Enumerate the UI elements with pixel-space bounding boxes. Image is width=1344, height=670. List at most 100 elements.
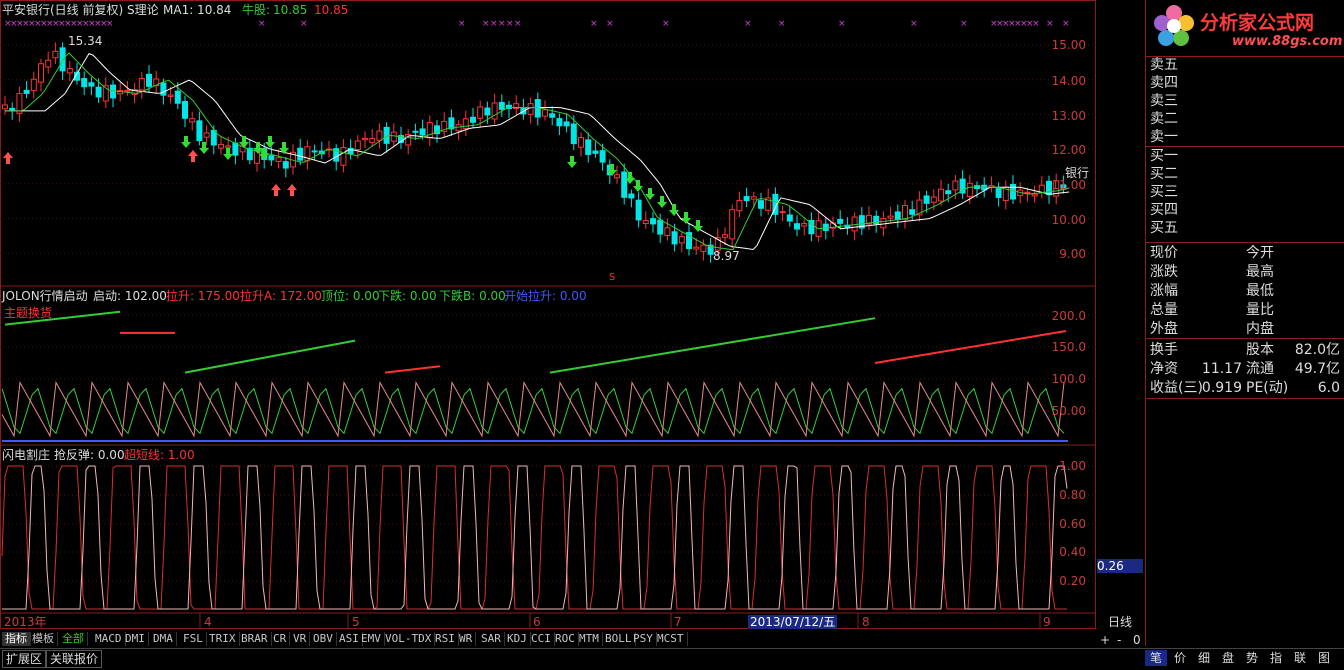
side-view-button[interactable]: 势 [1241,650,1263,666]
candle-body [196,120,203,142]
ind1-axis-label: 50.00 [1051,404,1086,418]
indicator-tab[interactable]: 指标 [2,632,31,646]
zoom-in-button[interactable]: + [1100,633,1110,647]
high-price-label: 15.34 [68,34,103,48]
indicator-tab[interactable]: MACD [92,632,126,646]
purple-marker: × [458,19,466,29]
price-axis-label: 9.00 [1059,247,1086,261]
side-view-button[interactable]: 指 [1265,650,1287,666]
down-arrow-icon [567,156,577,168]
candle-body [160,82,167,96]
candle-body [477,106,484,119]
stat-label: 涨幅 [1150,283,1178,299]
indicator-tab[interactable]: BRAR [238,632,272,646]
candle-body [146,73,152,87]
logo-area: 分析家公式网 www.88gs.com [1146,0,1344,54]
candle-body [88,82,95,87]
indicator-tab[interactable]: ROC [552,632,579,646]
ind1-top: 顶位: 0.00 [321,289,380,303]
sell-level-label: 卖五 [1150,57,1178,73]
candle-body [909,209,916,215]
side-view-button[interactable]: 价 [1169,650,1191,666]
indicator-tab[interactable]: 全部 [59,632,88,646]
indicator-tab[interactable]: FSL [180,632,207,646]
candle-body [556,118,563,127]
ind2-axis-label: 1.00 [1059,459,1086,473]
candle-body [376,130,383,141]
candle-body [347,147,354,155]
logo-brand: 分析家公式网 [1200,12,1315,34]
indicator-tab[interactable]: CR [270,632,291,646]
indicator-tab[interactable]: TRIX [206,632,240,646]
side-view-button[interactable]: 联 [1289,650,1311,666]
indicator-tab[interactable]: 模板 [29,632,58,646]
ind1-lift: 拉升: 175.00 [166,289,240,303]
side-view-button[interactable]: 笔 [1145,650,1167,666]
candle-body [657,219,664,235]
up-arrow-icon [287,184,297,196]
bull-value-1: 10.85 [273,3,308,17]
fund-label: 收益(三) [1150,380,1203,396]
fund-value: 49.7亿 [1294,361,1340,377]
indicator-tab[interactable]: EMV [358,632,385,646]
candle-body [923,195,930,204]
stock-title: 平安银行(日线 前复权) S理论 [2,3,159,17]
indicator-tab[interactable]: SAR [478,632,505,646]
fund-value: 0.919 [1201,380,1242,396]
price-axis-label: 12.00 [1051,143,1086,157]
fund-value: 11.17 [1201,361,1242,377]
indicator-tab[interactable]: MCST [654,632,688,646]
candle-body [614,174,620,179]
indicator-tab[interactable]: DMI [122,632,149,646]
fund-value: 6.0 [1317,380,1340,396]
sell-marker: S [609,272,616,283]
buy-level-label: 买四 [1150,202,1178,218]
time-axis-month: 4 [204,615,212,629]
chart-canvas[interactable]: ×××××××××××××××××× × × × × × × × × × × × × × × × × ××××××… [0,0,1096,630]
ind2-axis-label: 0.80 [1059,488,1086,502]
candle-body [786,214,793,222]
candle-body [189,118,196,123]
candle-body [282,161,289,169]
side-view-button[interactable]: 细 [1193,650,1215,666]
price-axis-label: 13.00 [1051,109,1086,123]
candle-body [628,193,635,199]
indicator-tab[interactable]: CCI [528,632,555,646]
indicator-tab[interactable]: RSI [432,632,459,646]
candle-body [678,236,685,244]
up-arrow-icon [188,150,198,162]
buy-level-label: 买五 [1150,220,1178,236]
candle-body [664,227,671,237]
indicator-tab[interactable]: PSY [630,632,657,646]
candle-body [966,182,973,198]
zoom-reset-button[interactable]: 0 [1133,633,1141,647]
candle-body [570,123,577,145]
period-label[interactable]: 日线 [1108,615,1132,629]
side-view-button[interactable]: 图 [1313,650,1335,666]
indicator-tab[interactable]: KDJ [504,632,531,646]
indicator-tab[interactable]: MTM [576,632,603,646]
stat-label: 现价 [1150,245,1178,261]
quote-panel: 分析家公式网 www.88gs.com 卖五 卖四 卖三 卖二 卖一 买一 买二 买三 买四 买五… [1145,0,1344,646]
up-arrow-icon [271,184,281,196]
bottom-bar [0,648,1344,670]
chart-area[interactable]: × × × × × × × × × × × × × × × × × × × × × × × × × × × × × × × × × × × × × × × ×… [0,0,1143,630]
purple-marker: × [744,19,752,29]
candle-body [232,142,239,156]
stat-label: 内盘 [1246,321,1274,337]
indicator-tab[interactable]: OBV [310,632,337,646]
tab-related-quotes[interactable]: 关联报价 [46,650,103,668]
down-arrow-icon [223,148,233,160]
panel-divider [1146,398,1344,399]
time-axis-month: 7 [674,615,682,629]
indicator-tab[interactable]: WR [456,632,477,646]
indicator-tab[interactable]: VOL-TDX [382,632,436,646]
sell-level-label: 卖三 [1150,93,1178,109]
bull-value-2: 10.85 [314,3,349,17]
indicator-tab[interactable]: DMA [150,632,177,646]
indicator-tab[interactable]: VR [290,632,311,646]
tab-extension-area[interactable]: 扩展区 [2,650,47,668]
candle-body [218,143,224,149]
side-view-button[interactable]: 盘 [1217,650,1239,666]
zoom-out-button[interactable]: - [1117,633,1121,647]
